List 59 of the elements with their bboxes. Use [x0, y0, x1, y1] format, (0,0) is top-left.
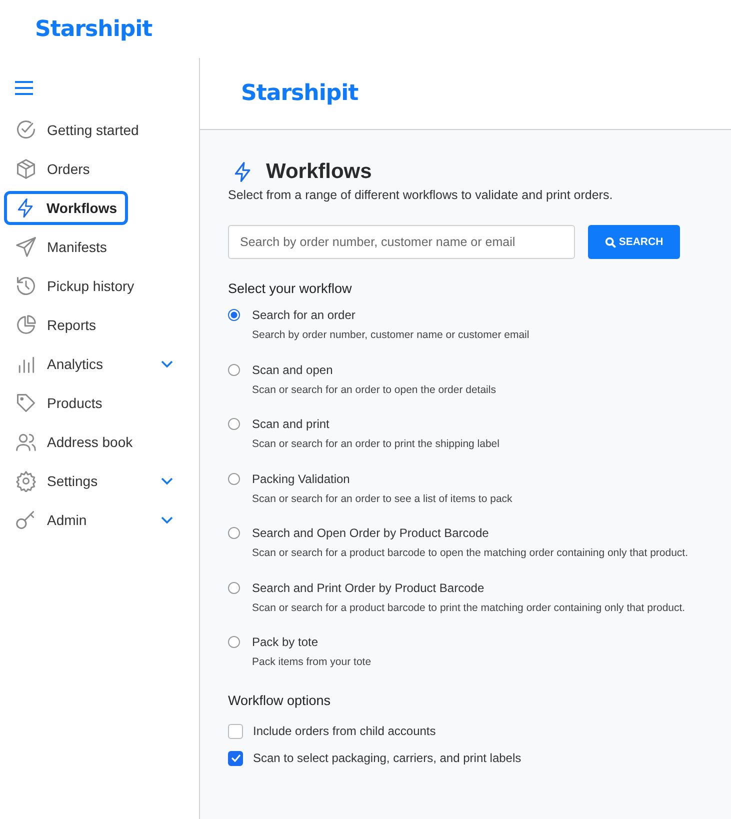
- option-label[interactable]: Include orders from child accounts: [253, 724, 436, 738]
- sidebar-item[interactable]: Reports: [4, 308, 184, 342]
- radio-button[interactable]: [228, 472, 240, 484]
- chevron-down-icon[interactable]: [161, 477, 173, 485]
- workflow-description: Search by order number, customer name or customer email: [252, 329, 530, 341]
- check-circle-icon: [15, 119, 37, 141]
- radio-button[interactable]: [228, 309, 240, 321]
- workflow-description: Scan or search for a product barcode to print the matching order containing only that product.: [252, 602, 686, 614]
- sidebar-item[interactable]: Address book: [4, 425, 184, 459]
- brand-logo: Starshipit: [35, 16, 152, 42]
- checkbox[interactable]: [228, 724, 243, 738]
- workflow-title[interactable]: Scan and print: [252, 417, 500, 431]
- page-subtitle: Select from a range of different workflows to validate and print orders.: [228, 188, 614, 202]
- sidebar-item[interactable]: Manifests: [4, 230, 184, 264]
- pie-chart-icon: [15, 314, 37, 336]
- tag-icon: [15, 392, 37, 414]
- radio-button[interactable]: [228, 418, 240, 430]
- brand-logo: Starshipit: [241, 81, 358, 106]
- workflow-title[interactable]: Packing Validation: [252, 472, 512, 486]
- sidebar-item[interactable]: Workflows: [4, 191, 128, 225]
- radio-button[interactable]: [228, 582, 240, 594]
- option-label[interactable]: Scan to select packaging, carriers, and print labels: [253, 751, 522, 765]
- chevron-down-icon[interactable]: [161, 516, 173, 524]
- sidebar-item[interactable]: Analytics: [4, 347, 184, 381]
- people-icon: [15, 431, 37, 453]
- sidebar-item[interactable]: Pickup history: [4, 269, 184, 303]
- history-icon: [15, 275, 37, 297]
- chevron-down-icon[interactable]: [161, 360, 173, 368]
- radio-button[interactable]: [228, 636, 240, 648]
- key-icon: [15, 509, 37, 531]
- sidebar-item[interactable]: Products: [4, 386, 184, 420]
- workflow-description: Scan or search for an order to print the shipping label: [252, 438, 500, 450]
- search-field[interactable]: Search by order number, customer name or email: [228, 225, 575, 259]
- workflow-title[interactable]: Search and Print Order by Product Barcode: [252, 580, 686, 594]
- workflow-title[interactable]: Scan and open: [252, 362, 496, 376]
- section-heading: Workflow options: [228, 692, 332, 708]
- paper-plane-icon: [15, 236, 37, 258]
- search-icon: [604, 236, 616, 248]
- checkbox[interactable]: [228, 750, 243, 766]
- workflow-description: Scan or search for an order to see a list of items to pack: [252, 492, 512, 504]
- radio-button[interactable]: [228, 527, 240, 539]
- checkmark-icon: [230, 754, 240, 762]
- box-icon: [15, 158, 37, 180]
- sidebar-item[interactable]: Settings: [4, 464, 184, 498]
- sidebar-item[interactable]: Admin: [4, 503, 184, 537]
- workflow-title[interactable]: Pack by tote: [252, 635, 372, 649]
- radio-button[interactable]: [228, 364, 240, 376]
- page-title: Workflows: [266, 160, 372, 184]
- workflow-title[interactable]: Search and Open Order by Product Barcode: [252, 526, 688, 540]
- section-heading: Select your workflow: [228, 281, 353, 296]
- workflow-description: Scan or search for an order to open the order details: [252, 384, 496, 396]
- search-button[interactable]: SEARCH: [588, 225, 680, 259]
- sidebar-item[interactable]: Getting started: [4, 113, 184, 147]
- workflow-title[interactable]: Search for an order: [252, 308, 530, 322]
- sidebar-item[interactable]: Orders: [4, 152, 184, 186]
- menu-icon[interactable]: [14, 80, 34, 96]
- workflow-description: Scan or search for a product barcode to open the matching order containing only that product.: [252, 547, 688, 559]
- workflow-description: Pack items from your tote: [252, 656, 372, 668]
- gear-icon: [15, 470, 37, 492]
